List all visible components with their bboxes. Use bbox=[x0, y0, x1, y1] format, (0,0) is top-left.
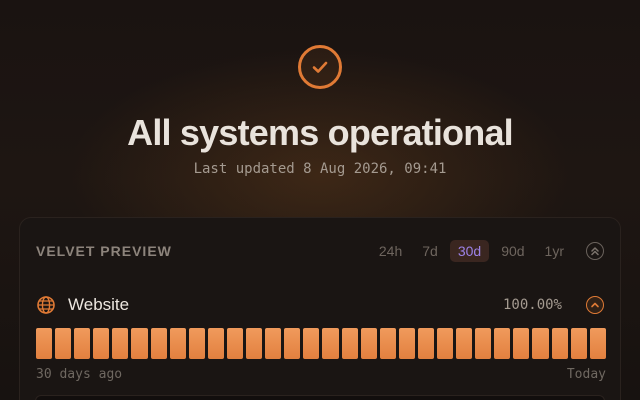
uptime-day-bar[interactable] bbox=[284, 328, 301, 359]
status-page: All systems operational Last updated 8 A… bbox=[0, 0, 640, 400]
uptime-day-bar[interactable] bbox=[513, 328, 530, 359]
time-range-selector: 24h 7d 30d 90d 1yr bbox=[367, 240, 604, 262]
chevron-up-icon bbox=[591, 302, 599, 308]
uptime-day-bar[interactable] bbox=[360, 328, 377, 359]
globe-icon bbox=[37, 296, 55, 314]
card-header: VELVET PREVIEW 24h 7d 30d 90d 1yr bbox=[36, 240, 604, 262]
check-icon bbox=[312, 61, 328, 73]
service-row-website: Website 100.00% bbox=[36, 295, 604, 315]
service-meta: 100.00% bbox=[503, 296, 604, 314]
uptime-day-bar[interactable] bbox=[131, 328, 148, 359]
range-1yr[interactable]: 1yr bbox=[537, 240, 572, 262]
uptime-day-bar[interactable] bbox=[150, 328, 167, 359]
uptime-day-bar[interactable] bbox=[456, 328, 473, 359]
uptime-day-bar[interactable] bbox=[74, 328, 91, 359]
uptime-day-bar[interactable] bbox=[551, 328, 568, 359]
uptime-day-bar[interactable] bbox=[417, 328, 434, 359]
uptime-day-bar[interactable] bbox=[379, 328, 396, 359]
uptime-day-bar[interactable] bbox=[322, 328, 339, 359]
uptime-day-bar[interactable] bbox=[188, 328, 205, 359]
collapse-card-button[interactable] bbox=[586, 242, 604, 260]
uptime-day-bar[interactable] bbox=[93, 328, 110, 359]
range-90d[interactable]: 90d bbox=[493, 240, 532, 262]
uptime-day-bar[interactable] bbox=[570, 328, 587, 359]
uptime-day-bar[interactable] bbox=[532, 328, 549, 359]
uptime-day-bar[interactable] bbox=[246, 328, 263, 359]
uptime-day-bar[interactable] bbox=[36, 328, 53, 359]
service-info: Website bbox=[36, 295, 129, 315]
uptime-bar-labels: 30 days ago Today bbox=[36, 367, 606, 382]
uptime-day-bar[interactable] bbox=[303, 328, 320, 359]
uptime-percentage: 100.00% bbox=[502, 297, 562, 313]
chevrons-up-icon bbox=[591, 247, 599, 256]
uptime-day-bar[interactable] bbox=[589, 328, 606, 359]
uptime-day-bar[interactable] bbox=[398, 328, 415, 359]
uptime-day-bar[interactable] bbox=[207, 328, 224, 359]
uptime-day-bar[interactable] bbox=[226, 328, 244, 359]
uptime-day-bar[interactable] bbox=[494, 328, 511, 359]
range-end-label: Today bbox=[566, 367, 606, 382]
check-circle-icon bbox=[298, 45, 342, 89]
uptime-day-bar[interactable] bbox=[341, 328, 358, 359]
service-toggle-button[interactable] bbox=[586, 296, 604, 314]
page-title: All systems operational bbox=[127, 112, 514, 153]
uptime-day-bar[interactable] bbox=[55, 328, 72, 359]
last-updated-text: Last updated 8 Aug 2026, 09:41 bbox=[193, 161, 447, 177]
uptime-day-bar[interactable] bbox=[475, 328, 492, 359]
uptime-day-bar[interactable] bbox=[169, 328, 186, 359]
uptime-day-bar[interactable] bbox=[436, 328, 454, 359]
range-24h[interactable]: 24h bbox=[371, 240, 410, 262]
range-30d[interactable]: 30d bbox=[449, 240, 490, 262]
range-start-label: 30 days ago bbox=[36, 367, 123, 382]
next-service-card bbox=[35, 395, 605, 400]
uptime-day-bar[interactable] bbox=[265, 328, 282, 359]
uptime-bar-chart bbox=[36, 328, 606, 359]
project-status-card: VELVET PREVIEW 24h 7d 30d 90d 1yr Websit… bbox=[19, 217, 621, 400]
range-7d[interactable]: 7d bbox=[414, 240, 446, 262]
card-title: VELVET PREVIEW bbox=[36, 243, 172, 259]
uptime-day-bar[interactable] bbox=[112, 328, 129, 359]
service-name: Website bbox=[68, 295, 130, 314]
